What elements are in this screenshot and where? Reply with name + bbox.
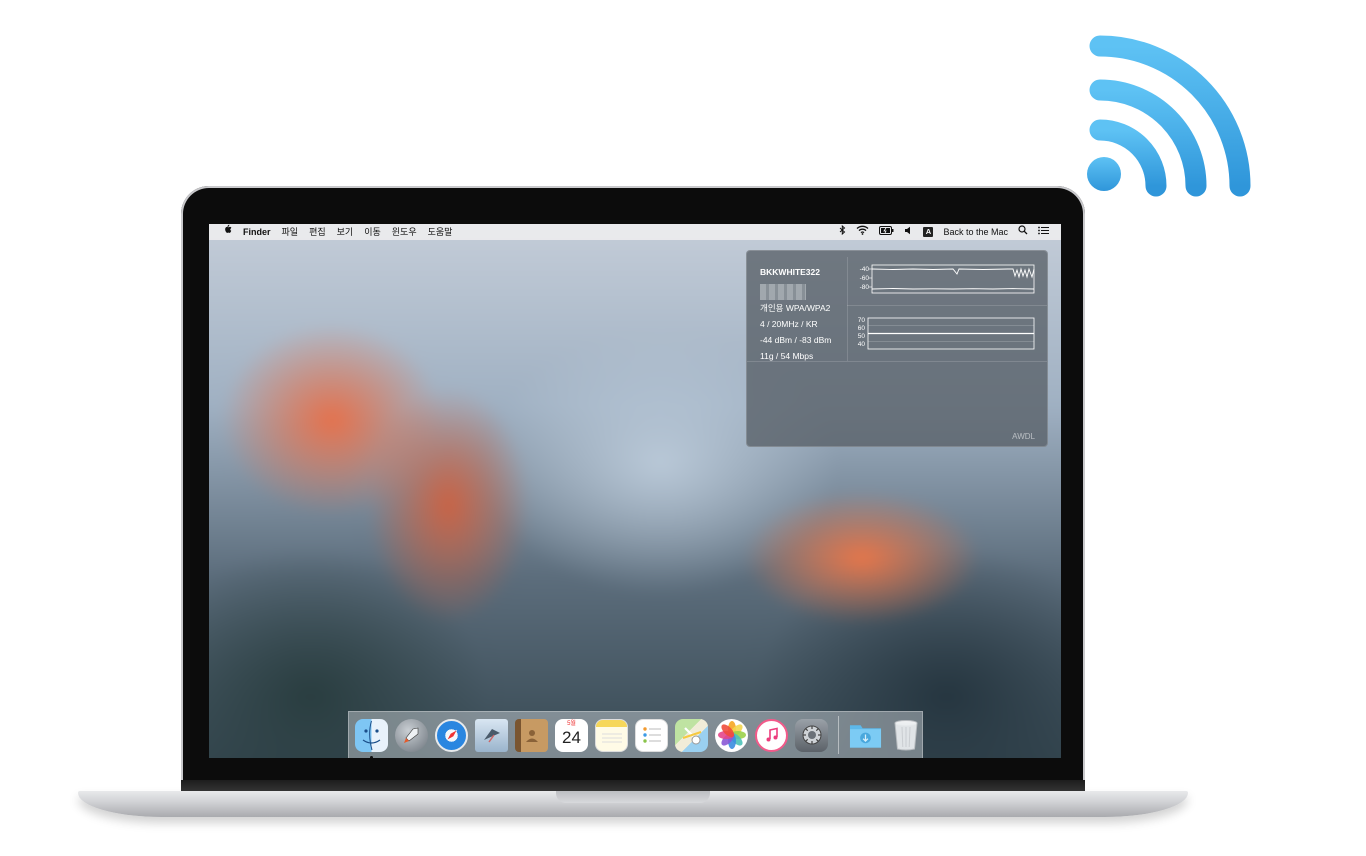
menu-edit[interactable]: 편집 — [309, 224, 326, 240]
wifi-ssid: BKKWHITE322 — [760, 267, 820, 277]
menu-window[interactable]: 윈도우 — [392, 224, 417, 240]
apple-menu-icon[interactable] — [223, 224, 232, 240]
wifi-bssid-redacted — [760, 284, 831, 300]
screen: Finder 파일 편집 보기 이동 윈도우 도움말 A Back to the… — [209, 224, 1061, 758]
itunes-icon[interactable] — [755, 718, 788, 752]
user-name[interactable]: Back to the Mac — [943, 224, 1008, 240]
wifi-info-popover: BKKWHITE322 개인용 WPA/WPA2 4 / 20MHz / KR … — [746, 250, 1048, 447]
signal-tick-label: -60 — [860, 275, 870, 282]
rate-tick-label: 60 — [858, 325, 866, 332]
calendar-day: 24 — [562, 727, 581, 747]
input-source-icon[interactable]: A — [923, 227, 934, 237]
wifi-menu-icon[interactable] — [856, 224, 869, 240]
rate-graph: 70 60 50 40 — [858, 317, 1035, 350]
calendar-month: 5월 — [567, 720, 576, 727]
signal-graph: -40 -60 -80 — [860, 264, 1035, 294]
dock: 5월 24 — [348, 711, 923, 758]
battery-icon[interactable] — [879, 224, 894, 240]
contacts-icon[interactable] — [515, 718, 548, 752]
popover-divider — [847, 257, 848, 361]
downloads-folder-icon[interactable] — [849, 719, 882, 752]
popover-divider — [747, 361, 1047, 362]
rate-tick-label: 50 — [858, 333, 866, 340]
notes-icon[interactable] — [595, 718, 628, 752]
launchpad-icon[interactable] — [395, 718, 428, 752]
maps-icon[interactable] — [675, 718, 708, 752]
awdl-label: AWDL — [1012, 432, 1035, 441]
finder-icon[interactable] — [355, 718, 388, 758]
menu-bar: Finder 파일 편집 보기 이동 윈도우 도움말 A Back to the… — [209, 224, 1061, 240]
menu-view[interactable]: 보기 — [337, 224, 354, 240]
rate-tick-label: 40 — [858, 341, 866, 348]
wifi-badge-icon — [1087, 35, 1251, 197]
system-preferences-icon[interactable] — [795, 718, 828, 752]
volume-icon[interactable] — [904, 224, 913, 240]
signal-tick-label: -80 — [860, 284, 870, 291]
calendar-icon[interactable]: 5월 24 — [555, 718, 588, 752]
spotlight-search-icon[interactable] — [1018, 224, 1028, 240]
rate-tick-label: 70 — [858, 317, 866, 324]
app-menu-finder[interactable]: Finder — [243, 224, 271, 240]
wifi-info-list: BKKWHITE322 개인용 WPA/WPA2 4 / 20MHz / KR … — [760, 264, 831, 364]
popover-divider — [847, 305, 1047, 306]
wifi-security: 개인용 WPA/WPA2 — [760, 303, 831, 313]
reminders-icon[interactable] — [635, 718, 668, 752]
notification-center-icon[interactable] — [1038, 224, 1049, 240]
trash-icon[interactable] — [889, 719, 922, 752]
safari-icon[interactable] — [435, 718, 468, 752]
photos-icon[interactable] — [715, 718, 748, 752]
laptop-opening-notch — [556, 791, 710, 803]
menu-help[interactable]: 도움말 — [428, 224, 453, 240]
stage: Finder 파일 편집 보기 이동 윈도우 도움말 A Back to the… — [0, 0, 1366, 856]
bluetooth-icon[interactable] — [839, 224, 846, 240]
wifi-channel: 4 / 20MHz / KR — [760, 319, 818, 329]
menu-file[interactable]: 파일 — [282, 224, 299, 240]
menu-go[interactable]: 이동 — [364, 224, 381, 240]
dock-separator — [838, 716, 839, 754]
mail-icon[interactable] — [475, 718, 508, 752]
running-indicator — [370, 755, 373, 758]
wifi-signal-noise: -44 dBm / -83 dBm — [760, 335, 832, 345]
signal-tick-label: -40 — [860, 266, 870, 273]
